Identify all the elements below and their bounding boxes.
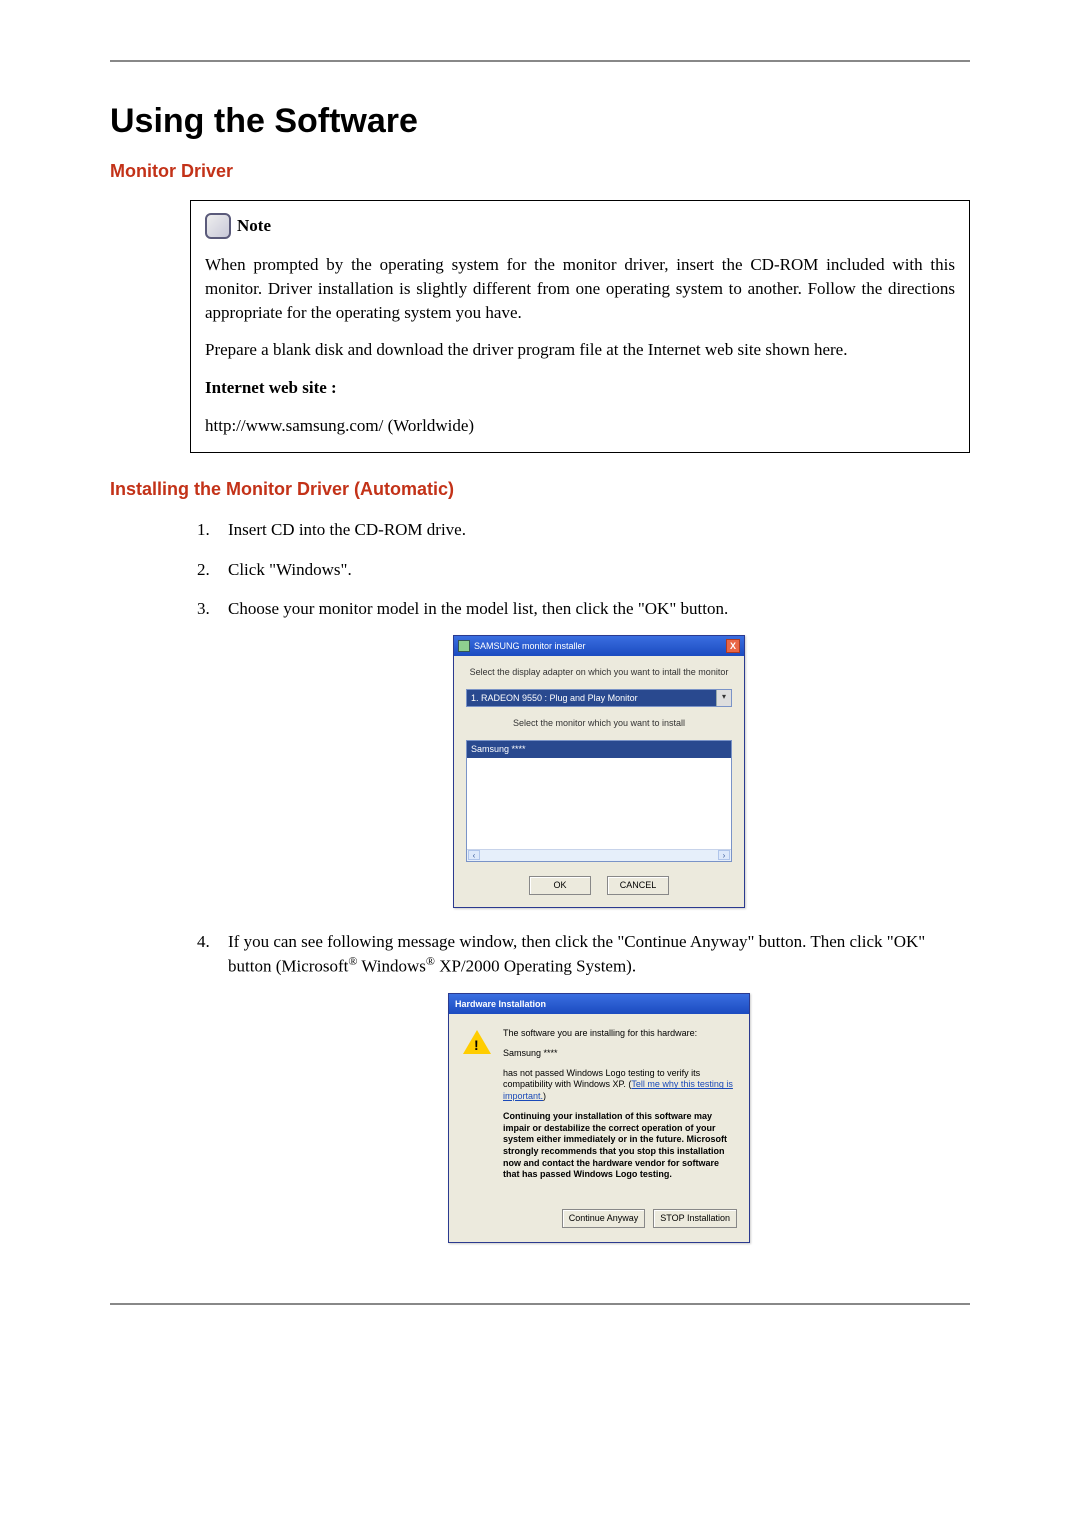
note-box: Note When prompted by the operating syst… xyxy=(190,200,970,453)
monitor-list-item[interactable]: Samsung **** xyxy=(467,741,731,758)
page-title: Using the Software xyxy=(110,102,970,141)
section-monitor-driver: Monitor Driver xyxy=(110,161,970,182)
step-3: Choose your monitor model in the model l… xyxy=(214,597,970,907)
hw-line-1: The software you are installing for this… xyxy=(503,1028,735,1040)
dialog-titlebar: SAMSUNG monitor installer X xyxy=(454,636,744,656)
internet-website-url: http://www.samsung.com/ (Worldwide) xyxy=(205,414,955,438)
figure-hardware-installation: Hardware Installation ! The software you… xyxy=(228,993,970,1243)
section-installing-driver: Installing the Monitor Driver (Automatic… xyxy=(110,479,970,500)
top-rule xyxy=(110,60,970,62)
bottom-rule xyxy=(110,1303,970,1305)
document-page: Using the Software Monitor Driver Note W… xyxy=(0,0,1080,1345)
hw-message-text: The software you are installing for this… xyxy=(503,1028,735,1189)
close-button[interactable]: X xyxy=(726,639,740,653)
internet-website-label: Internet web site : xyxy=(205,376,955,400)
warning-icon: ! xyxy=(463,1030,491,1054)
samsung-installer-dialog: SAMSUNG monitor installer X Select the d… xyxy=(453,635,745,907)
hw-button-row: Continue Anyway STOP Installation xyxy=(449,1201,749,1242)
monitor-listbox[interactable]: Samsung **** ‹ › xyxy=(466,740,732,862)
step-4-text-c: XP/2000 Operating System). xyxy=(435,957,636,976)
hw-titlebar: Hardware Installation xyxy=(449,994,749,1015)
scroll-left-icon[interactable]: ‹ xyxy=(468,850,480,860)
hw-line-3b: ) xyxy=(543,1091,546,1101)
adapter-dropdown[interactable]: 1. RADEON 9550 : Plug and Play Monitor ▾ xyxy=(466,689,732,708)
adapter-instruction: Select the display adapter on which you … xyxy=(466,666,732,679)
dialog-body: Select the display adapter on which you … xyxy=(454,656,744,906)
dialog-title: SAMSUNG monitor installer xyxy=(474,640,586,653)
scroll-right-icon[interactable]: › xyxy=(718,850,730,860)
hardware-installation-dialog: Hardware Installation ! The software you… xyxy=(448,993,750,1243)
ok-button[interactable]: OK xyxy=(529,876,591,895)
stop-installation-button[interactable]: STOP Installation xyxy=(653,1209,737,1228)
hw-line-3: has not passed Windows Logo testing to v… xyxy=(503,1068,735,1103)
step-4: If you can see following message window,… xyxy=(214,930,970,1243)
cancel-button[interactable]: CANCEL xyxy=(607,876,669,895)
steps-list: Insert CD into the CD-ROM drive. Click "… xyxy=(190,518,970,1243)
figure-samsung-installer: SAMSUNG monitor installer X Select the d… xyxy=(228,635,970,907)
dialog-button-row: OK CANCEL xyxy=(466,876,732,895)
continue-anyway-button[interactable]: Continue Anyway xyxy=(562,1209,646,1228)
note-icon xyxy=(205,213,231,239)
hw-body: ! The software you are installing for th… xyxy=(449,1014,749,1201)
adapter-selected: 1. RADEON 9550 : Plug and Play Monitor xyxy=(471,693,638,703)
step-2: Click "Windows". xyxy=(214,558,970,582)
step-1: Insert CD into the CD-ROM drive. xyxy=(214,518,970,542)
note-label: Note xyxy=(237,214,271,238)
exclamation-icon: ! xyxy=(474,1036,479,1056)
monitor-instruction: Select the monitor which you want to ins… xyxy=(466,717,732,730)
note-header: Note xyxy=(205,213,271,239)
note-paragraph-2: Prepare a blank disk and download the dr… xyxy=(205,338,955,362)
step-4-text-b: Windows xyxy=(357,957,425,976)
note-paragraph-1: When prompted by the operating system fo… xyxy=(205,253,955,324)
hw-bold-warning: Continuing your installation of this sof… xyxy=(503,1111,735,1181)
window-icon xyxy=(458,640,470,652)
horizontal-scrollbar[interactable]: ‹ › xyxy=(467,849,731,861)
chevron-down-icon[interactable]: ▾ xyxy=(716,690,731,707)
hw-line-2: Samsung **** xyxy=(503,1048,735,1060)
registered-mark-2: ® xyxy=(426,954,435,968)
step-3-text: Choose your monitor model in the model l… xyxy=(228,599,728,618)
